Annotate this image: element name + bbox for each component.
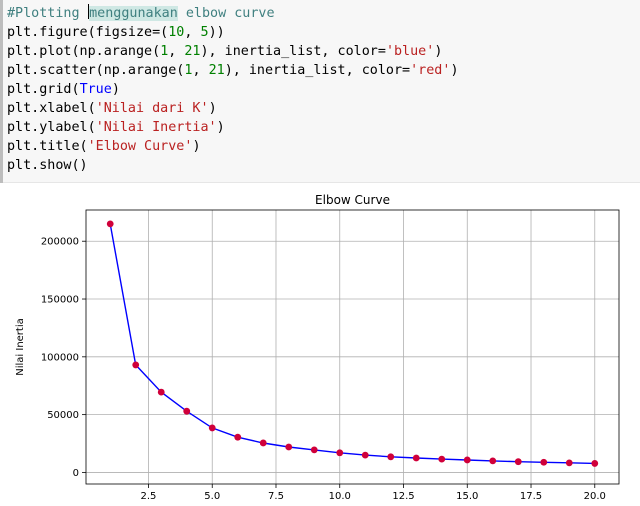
x-tick-label: 7.5 <box>268 491 284 501</box>
elbow-curve-chart: 2.5 5.0 7.5 10.0 12.5 15.0 17.5 20.0 0 50000 10000… <box>15 193 620 502</box>
y-tick-label: 100000 <box>41 352 79 363</box>
plot-area <box>86 210 619 484</box>
data-point <box>540 458 548 466</box>
code-line: plt.figure(figsize=(10, 5)) <box>7 23 459 42</box>
code-token: ) <box>434 44 443 59</box>
data-point <box>310 446 318 454</box>
data-point <box>565 459 573 467</box>
code-editor[interactable]: #Plotting menggunakan elbow curve plt.fig… <box>7 4 459 175</box>
code-token: plt.plot(np.arange( <box>7 44 161 59</box>
code-token: ), inertia_list, color= <box>200 44 386 59</box>
code-line: plt.xlabel('Nilai dari K') <box>7 99 459 118</box>
code-line: plt.title('Elbow Curve') <box>7 137 459 156</box>
code-line: plt.ylabel('Nilai Inertia') <box>7 118 459 137</box>
code-token: 21 <box>184 44 201 59</box>
code-token: plt.grid( <box>7 82 80 97</box>
x-tick-label: 20.0 <box>584 491 606 501</box>
code-token: , <box>168 44 185 59</box>
y-tick-label: 50000 <box>47 410 79 421</box>
data-point <box>336 449 344 457</box>
code-token: menggunakan <box>89 6 178 21</box>
y-tick-label: 0 <box>73 468 79 479</box>
x-tick-label: 17.5 <box>520 491 542 501</box>
chart-title: Elbow Curve <box>315 193 390 207</box>
data-point <box>259 439 267 447</box>
code-token: , <box>184 25 201 40</box>
code-token: )) <box>208 25 225 40</box>
data-point <box>387 453 395 461</box>
code-line: plt.plot(np.arange(1, 21), inertia_list,… <box>7 42 459 61</box>
x-tick-label: 12.5 <box>392 491 414 501</box>
code-token: 'blue' <box>385 44 435 59</box>
y-tick-label: 200000 <box>41 237 79 248</box>
code-token: plt.figure(figsize=( <box>7 25 169 40</box>
code-token: 10 <box>168 25 185 40</box>
code-token: 'red' <box>410 63 451 78</box>
code-line: plt.scatter(np.arange(1, 21), inertia_li… <box>7 61 459 80</box>
code-token: plt.title( <box>7 139 88 154</box>
code-line: plt.grid(True) <box>7 80 459 99</box>
code-token: elbow curve <box>177 6 275 21</box>
cell-output: 2.5 5.0 7.5 10.0 12.5 15.0 17.5 20.0 0 50000 10000… <box>0 183 640 502</box>
x-tick-label: 15.0 <box>456 491 478 501</box>
data-point <box>591 460 599 467</box>
data-point <box>438 455 446 463</box>
code-token: ), inertia_list, color= <box>224 63 411 78</box>
code-token: #Plotting <box>7 6 88 21</box>
code-cell[interactable]: #Plotting menggunakan elbow curve plt.fig… <box>0 0 640 183</box>
code-token: ) <box>450 63 459 78</box>
code-line: plt.show() <box>7 156 459 175</box>
cell-selection-bar <box>0 0 3 183</box>
data-point <box>361 451 369 459</box>
code-token: 21 <box>208 63 225 78</box>
data-point <box>106 220 114 228</box>
code-token: ) <box>192 139 201 154</box>
code-token: plt.xlabel( <box>7 101 96 116</box>
x-tick-label: 2.5 <box>141 491 157 501</box>
code-token: 5 <box>200 25 209 40</box>
code-token: 'Elbow Curve' <box>87 139 193 154</box>
code-token: plt.scatter(np.arange( <box>7 63 185 78</box>
code-line: #Plotting menggunakan elbow curve <box>7 4 459 23</box>
code-token: 'Nilai dari K' <box>95 101 209 116</box>
code-token: 'Nilai Inertia' <box>95 120 217 135</box>
data-point <box>157 388 165 396</box>
data-point <box>514 458 522 466</box>
y-tick-label: 150000 <box>41 295 79 306</box>
data-point <box>412 454 420 462</box>
data-point <box>208 424 216 432</box>
data-point <box>183 407 191 415</box>
code-token: True <box>79 82 112 97</box>
x-tick-label: 5.0 <box>204 491 220 501</box>
data-point <box>489 457 497 465</box>
code-token: ) <box>111 82 120 97</box>
y-axis-label: Nilai Inertia <box>15 318 26 376</box>
x-tick-label: 10.0 <box>329 491 351 501</box>
code-token: , <box>192 63 209 78</box>
code-token: ) <box>208 101 217 116</box>
code-token: ) <box>216 120 225 135</box>
data-point <box>132 361 140 369</box>
code-token: plt.show() <box>7 158 88 173</box>
code-token: plt.ylabel( <box>7 120 96 135</box>
data-point <box>285 443 293 451</box>
data-point <box>234 433 242 441</box>
data-point <box>463 456 471 464</box>
